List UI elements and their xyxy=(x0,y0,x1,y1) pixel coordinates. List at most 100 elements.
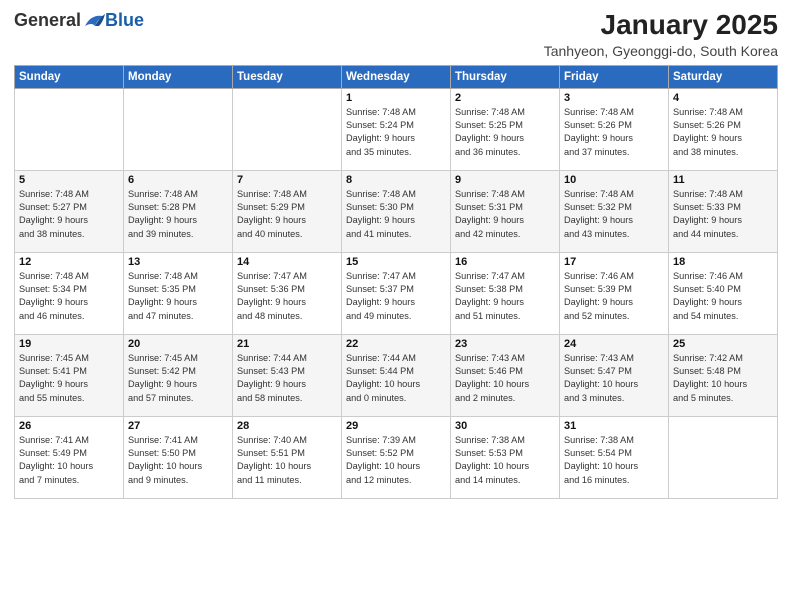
day-info: Sunrise: 7:48 AM Sunset: 5:31 PM Dayligh… xyxy=(455,188,555,241)
day-number: 24 xyxy=(564,338,664,350)
day-number: 7 xyxy=(237,174,337,186)
day-number: 6 xyxy=(128,174,228,186)
calendar-cell: 7Sunrise: 7:48 AM Sunset: 5:29 PM Daylig… xyxy=(233,170,342,252)
day-number: 3 xyxy=(564,92,664,104)
title-block: January 2025 Tanhyeon, Gyeonggi-do, Sout… xyxy=(544,10,778,59)
day-info: Sunrise: 7:42 AM Sunset: 5:48 PM Dayligh… xyxy=(673,352,773,405)
calendar-week-4: 19 Sunrise: 7:45 AM Sunset: 5:41 PM Dayli… xyxy=(15,334,778,416)
day-number: 27 xyxy=(128,420,228,432)
day-info: Sunrise: 7:41 AM Sunset: 5:50 PM Dayligh… xyxy=(128,434,228,487)
day-number: 9 xyxy=(455,174,555,186)
day-info: Sunrise: 7:40 AM Sunset: 5:51 PM Dayligh… xyxy=(237,434,337,487)
calendar-cell: 9 Sunrise: 7:48 AM Sunset: 5:31 PM Daylig… xyxy=(451,170,560,252)
day-number: 25 xyxy=(673,338,773,350)
day-number: 15 xyxy=(346,256,446,268)
calendar-cell: 29 Sunrise: 7:39 AM Sunset: 5:52 PM Dayli… xyxy=(342,416,451,498)
calendar-cell: 4 Sunrise: 7:48 AM Sunset: 5:26 PM Daylig… xyxy=(669,88,778,170)
main-title: January 2025 xyxy=(544,10,778,41)
day-number: 12 xyxy=(19,256,119,268)
day-number: 29 xyxy=(346,420,446,432)
calendar-cell: 17 Sunrise: 7:46 AM Sunset: 5:39 PM Dayli… xyxy=(560,252,669,334)
calendar-cell: 11Sunrise: 7:48 AM Sunset: 5:33 PM Dayli… xyxy=(669,170,778,252)
logo-general-text: General xyxy=(14,10,81,31)
calendar-cell xyxy=(15,88,124,170)
day-info: Sunrise: 7:47 AM Sunset: 5:37 PM Dayligh… xyxy=(346,270,446,323)
calendar-body: 1 Sunrise: 7:48 AM Sunset: 5:24 PM Daylig… xyxy=(15,88,778,498)
calendar-cell: 18 Sunrise: 7:46 AM Sunset: 5:40 PM Dayli… xyxy=(669,252,778,334)
day-number: 1 xyxy=(346,92,446,104)
calendar-cell: 22 Sunrise: 7:44 AM Sunset: 5:44 PM Dayli… xyxy=(342,334,451,416)
day-info: Sunrise: 7:48 AM Sunset: 5:32 PM Dayligh… xyxy=(564,188,664,241)
day-info: Sunrise: 7:45 AM Sunset: 5:41 PM Dayligh… xyxy=(19,352,119,405)
day-info: Sunrise: 7:48 AM Sunset: 5:24 PM Dayligh… xyxy=(346,106,446,159)
day-number: 30 xyxy=(455,420,555,432)
header-day-saturday: Saturday xyxy=(669,65,778,88)
calendar-cell: 30Sunrise: 7:38 AM Sunset: 5:53 PM Dayli… xyxy=(451,416,560,498)
calendar-cell: 8Sunrise: 7:48 AM Sunset: 5:30 PM Daylig… xyxy=(342,170,451,252)
header-day-sunday: Sunday xyxy=(15,65,124,88)
day-info: Sunrise: 7:43 AM Sunset: 5:47 PM Dayligh… xyxy=(564,352,664,405)
calendar-cell: 13 Sunrise: 7:48 AM Sunset: 5:35 PM Dayli… xyxy=(124,252,233,334)
day-info: Sunrise: 7:48 AM Sunset: 5:27 PM Dayligh… xyxy=(19,188,119,241)
day-info: Sunrise: 7:47 AM Sunset: 5:36 PM Dayligh… xyxy=(237,270,337,323)
day-number: 14 xyxy=(237,256,337,268)
calendar-cell xyxy=(124,88,233,170)
day-number: 31 xyxy=(564,420,664,432)
day-info: Sunrise: 7:39 AM Sunset: 5:52 PM Dayligh… xyxy=(346,434,446,487)
calendar-week-3: 12Sunrise: 7:48 AM Sunset: 5:34 PM Dayli… xyxy=(15,252,778,334)
header-day-thursday: Thursday xyxy=(451,65,560,88)
day-number: 8 xyxy=(346,174,446,186)
day-info: Sunrise: 7:48 AM Sunset: 5:25 PM Dayligh… xyxy=(455,106,555,159)
calendar-week-5: 26Sunrise: 7:41 AM Sunset: 5:49 PM Dayli… xyxy=(15,416,778,498)
page-header: General Blue January 2025 Tanhyeon, Gyeo… xyxy=(14,10,778,59)
day-number: 4 xyxy=(673,92,773,104)
day-info: Sunrise: 7:45 AM Sunset: 5:42 PM Dayligh… xyxy=(128,352,228,405)
day-number: 18 xyxy=(673,256,773,268)
day-info: Sunrise: 7:48 AM Sunset: 5:35 PM Dayligh… xyxy=(128,270,228,323)
day-number: 2 xyxy=(455,92,555,104)
calendar-cell: 10 Sunrise: 7:48 AM Sunset: 5:32 PM Dayli… xyxy=(560,170,669,252)
header-day-wednesday: Wednesday xyxy=(342,65,451,88)
day-info: Sunrise: 7:47 AM Sunset: 5:38 PM Dayligh… xyxy=(455,270,555,323)
day-number: 10 xyxy=(564,174,664,186)
logo: General Blue xyxy=(14,10,144,31)
day-number: 26 xyxy=(19,420,119,432)
day-info: Sunrise: 7:48 AM Sunset: 5:26 PM Dayligh… xyxy=(564,106,664,159)
day-number: 20 xyxy=(128,338,228,350)
day-info: Sunrise: 7:48 AM Sunset: 5:33 PM Dayligh… xyxy=(673,188,773,241)
day-info: Sunrise: 7:46 AM Sunset: 5:39 PM Dayligh… xyxy=(564,270,664,323)
calendar-cell: 2 Sunrise: 7:48 AM Sunset: 5:25 PM Daylig… xyxy=(451,88,560,170)
calendar-week-2: 5 Sunrise: 7:48 AM Sunset: 5:27 PM Daylig… xyxy=(15,170,778,252)
day-number: 16 xyxy=(455,256,555,268)
header-day-monday: Monday xyxy=(124,65,233,88)
calendar-cell: 21 Sunrise: 7:44 AM Sunset: 5:43 PM Dayli… xyxy=(233,334,342,416)
day-number: 17 xyxy=(564,256,664,268)
day-info: Sunrise: 7:43 AM Sunset: 5:46 PM Dayligh… xyxy=(455,352,555,405)
day-number: 23 xyxy=(455,338,555,350)
calendar-cell: 16 Sunrise: 7:47 AM Sunset: 5:38 PM Dayli… xyxy=(451,252,560,334)
day-info: Sunrise: 7:48 AM Sunset: 5:28 PM Dayligh… xyxy=(128,188,228,241)
day-number: 28 xyxy=(237,420,337,432)
calendar-cell xyxy=(233,88,342,170)
header-row: SundayMondayTuesdayWednesdayThursdayFrid… xyxy=(15,65,778,88)
day-info: Sunrise: 7:44 AM Sunset: 5:43 PM Dayligh… xyxy=(237,352,337,405)
day-info: Sunrise: 7:38 AM Sunset: 5:54 PM Dayligh… xyxy=(564,434,664,487)
calendar-cell xyxy=(669,416,778,498)
header-day-friday: Friday xyxy=(560,65,669,88)
logo-blue-text: Blue xyxy=(105,10,144,31)
calendar-cell: 15 Sunrise: 7:47 AM Sunset: 5:37 PM Dayli… xyxy=(342,252,451,334)
calendar-cell: 6 Sunrise: 7:48 AM Sunset: 5:28 PM Daylig… xyxy=(124,170,233,252)
calendar-cell: 5 Sunrise: 7:48 AM Sunset: 5:27 PM Daylig… xyxy=(15,170,124,252)
day-info: Sunrise: 7:44 AM Sunset: 5:44 PM Dayligh… xyxy=(346,352,446,405)
calendar-cell: 23 Sunrise: 7:43 AM Sunset: 5:46 PM Dayli… xyxy=(451,334,560,416)
day-number: 19 xyxy=(19,338,119,350)
day-number: 21 xyxy=(237,338,337,350)
day-info: Sunrise: 7:48 AM Sunset: 5:26 PM Dayligh… xyxy=(673,106,773,159)
calendar-cell: 1 Sunrise: 7:48 AM Sunset: 5:24 PM Daylig… xyxy=(342,88,451,170)
calendar-cell: 24 Sunrise: 7:43 AM Sunset: 5:47 PM Dayli… xyxy=(560,334,669,416)
calendar-cell: 3 Sunrise: 7:48 AM Sunset: 5:26 PM Daylig… xyxy=(560,88,669,170)
day-number: 22 xyxy=(346,338,446,350)
day-number: 13 xyxy=(128,256,228,268)
day-info: Sunrise: 7:46 AM Sunset: 5:40 PM Dayligh… xyxy=(673,270,773,323)
day-number: 5 xyxy=(19,174,119,186)
